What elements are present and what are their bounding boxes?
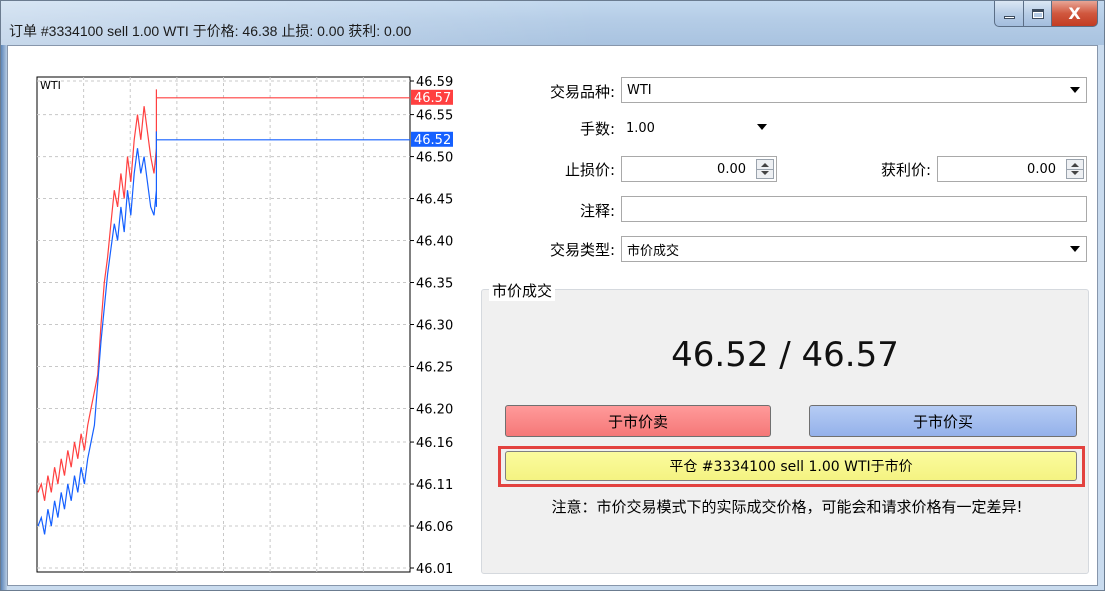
y-axis-tick-label: 46.01 (416, 562, 453, 577)
order-type-label: 交易类型: (549, 241, 615, 259)
volume-select-value: 1.00 (626, 120, 655, 136)
spin-down-icon (1071, 171, 1079, 175)
y-axis-tick-label: 46.45 (416, 193, 453, 208)
y-axis-tick-label: 46.20 (416, 402, 453, 417)
close-position-button[interactable]: 平仓 #3334100 sell 1.00 WTI于市价 (505, 451, 1077, 481)
order-type-select-value: 市价成交 (627, 243, 680, 259)
order-window: 订单 #3334100 sell 1.00 WTI 于价格: 46.38 止损:… (0, 0, 1105, 591)
y-axis-tick-label: 46.40 (416, 235, 453, 250)
market-execution-note: 注意：市价交易模式下的实际成交价格，可能会和请求价格有一定差异! (551, 498, 1023, 516)
tick-chart: 46.59 46.55 46.50 46.45 46.40 46.35 46.30 46.25… (29, 31, 469, 577)
close-icon: X (1068, 4, 1081, 23)
y-axis-tick-label: 46.06 (416, 520, 453, 535)
order-type-select[interactable]: 市价成交 (621, 236, 1087, 262)
comment-input[interactable] (621, 196, 1087, 222)
y-axis-tick-label: 46.25 (416, 360, 453, 375)
bid-ask-price: 46.52 / 46.57 (671, 335, 899, 375)
window-controls: X (994, 1, 1098, 29)
bid-price-tag-label: 46.52 (414, 133, 451, 148)
stop-loss-spinner[interactable] (756, 159, 774, 179)
comment-label: 注释: (579, 202, 615, 220)
stop-loss-label: 止损价: (564, 161, 615, 179)
spin-down-icon (761, 171, 769, 175)
y-axis-tick-label: 46.30 (416, 319, 453, 334)
take-profit-field[interactable]: 0.00 (937, 156, 1087, 182)
minimize-icon (1003, 16, 1015, 19)
take-profit-spinner[interactable] (1066, 159, 1084, 179)
minimize-button[interactable] (994, 1, 1024, 27)
sell-by-market-button[interactable]: 于市价卖 (505, 405, 771, 437)
y-axis-tick-label: 46.55 (416, 109, 453, 124)
volume-select[interactable]: 1.00 (621, 115, 773, 141)
take-profit-value: 0.00 (1027, 162, 1056, 177)
chevron-down-icon (757, 124, 767, 130)
stop-loss-field[interactable]: 0.00 (621, 156, 777, 182)
buy-by-market-button[interactable]: 于市价买 (809, 405, 1077, 437)
maximize-icon (1031, 8, 1044, 19)
chevron-down-icon (1070, 87, 1080, 93)
chart-svg: 46.59 46.55 46.50 46.45 46.40 46.35 46.30 46.25… (36, 75, 453, 577)
symbol-select[interactable]: WTI (621, 77, 1087, 103)
y-axis-tick-label: 46.59 (416, 75, 453, 90)
y-axis-tick-label: 46.50 (416, 151, 453, 166)
spin-up-icon (1071, 163, 1079, 167)
y-axis-tick-label: 46.11 (416, 478, 453, 493)
stop-loss-value: 0.00 (717, 162, 746, 177)
ask-price-tag-label: 46.57 (414, 91, 451, 106)
volume-label: 手数: (579, 120, 615, 138)
y-axis-tick-label: 46.16 (416, 436, 453, 451)
y-axis-tick-label: 46.35 (416, 277, 453, 292)
maximize-button[interactable] (1024, 1, 1052, 27)
chevron-down-icon (1070, 246, 1080, 252)
market-execution-title: 市价成交 (489, 280, 556, 301)
spin-up-icon (761, 163, 769, 167)
take-profit-label: 获利价: (880, 161, 931, 179)
chart-symbol-label: WTI (40, 79, 61, 92)
close-button[interactable]: X (1052, 1, 1098, 27)
symbol-select-value: WTI (627, 82, 652, 98)
symbol-label: 交易品种: (549, 83, 615, 101)
